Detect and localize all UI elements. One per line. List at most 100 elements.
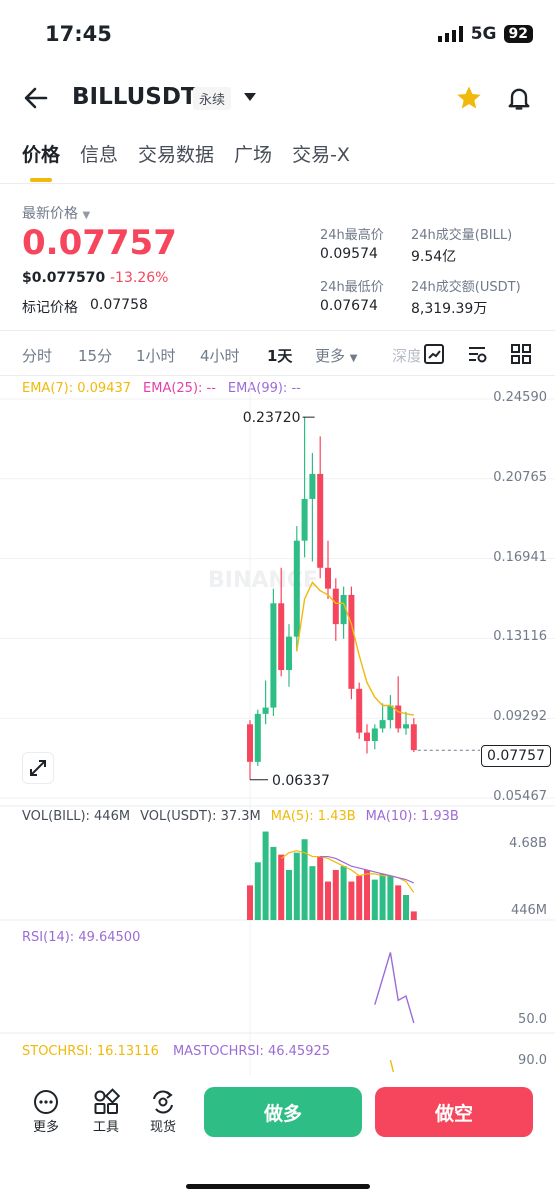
stochrsi-path xyxy=(389,1059,395,1073)
candle-body xyxy=(262,707,269,714)
vol-ma10-label: MA(10): 1.93B xyxy=(365,809,459,824)
favorite-star-icon[interactable] xyxy=(455,84,483,112)
high-24h-label: 24h最高价 xyxy=(320,228,384,243)
tab-trading-data[interactable]: 交易数据 xyxy=(138,140,214,167)
candle-body xyxy=(348,594,355,689)
rsi-line xyxy=(374,952,415,1024)
high-price-label: 0.23720 xyxy=(243,410,301,426)
interval-timeline[interactable]: 分时 xyxy=(22,345,52,366)
chart-settings-icon[interactable] xyxy=(423,343,445,365)
volume-legend: VOL(BILL): 446M VOL(USDT): 37.3M MA(5): … xyxy=(22,809,459,824)
chevron-down-icon: ▼ xyxy=(349,353,358,364)
interval-4h[interactable]: 4小时 xyxy=(200,345,240,366)
candle-body xyxy=(293,540,300,637)
pair-dropdown-icon[interactable] xyxy=(243,92,257,102)
tab-trade-x[interactable]: 交易-X xyxy=(292,140,350,167)
fullscreen-button[interactable] xyxy=(22,752,54,784)
low-price-label: 0.06337 xyxy=(272,773,330,789)
tab-price[interactable]: 价格 xyxy=(22,140,60,167)
volume-usdt-value: 8,319.39万 xyxy=(411,301,488,317)
mark-price-value: 0.07758 xyxy=(90,297,148,313)
tools-grid-icon xyxy=(94,1088,120,1114)
candle-body xyxy=(247,724,253,762)
volume-bar xyxy=(317,856,324,920)
price-axis-tick: 0.09292 xyxy=(493,709,547,724)
vol-usdt-label: VOL(USDT): 37.3M xyxy=(140,809,261,824)
tools-button[interactable]: 工具 xyxy=(92,1088,120,1135)
latest-price-selector[interactable]: 最新价格 ▼ xyxy=(22,203,90,223)
volume-ma-lines xyxy=(280,850,415,893)
volume-bar xyxy=(270,846,277,920)
ma5-path xyxy=(280,850,415,893)
interval-15m[interactable]: 15分 xyxy=(78,345,112,366)
kline-chart[interactable]: BINANCE 0.23720 0.06337 xyxy=(0,375,555,1075)
short-button[interactable]: 做空 xyxy=(375,1087,533,1137)
candle-body xyxy=(270,603,277,708)
perpetual-badge: 永续 xyxy=(193,87,232,110)
candle-body xyxy=(410,724,417,751)
volume-bar xyxy=(410,911,417,920)
last-price: 0.07757 xyxy=(22,223,177,263)
battery-indicator: 92 xyxy=(503,25,533,43)
network-type: 5G xyxy=(470,24,497,44)
layout-grid-icon[interactable] xyxy=(510,343,532,365)
volume-bar xyxy=(356,875,363,920)
latest-price-label: 最新价格 xyxy=(22,206,78,222)
rsi-path xyxy=(374,952,415,1024)
indicator-icon[interactable] xyxy=(466,343,488,365)
price-axis-tick: 0.24590 xyxy=(493,390,547,405)
volume-bar xyxy=(293,852,300,920)
volume-usdt-label: 24h成交额(USDT) xyxy=(411,280,521,295)
rsi-axis-tick: 50.0 xyxy=(518,1012,547,1027)
volume-axis-tick: 4.68B xyxy=(509,836,547,851)
volume-bar xyxy=(309,866,316,920)
candle-body xyxy=(309,473,316,499)
tab-square[interactable]: 广场 xyxy=(234,140,272,167)
volume-bar xyxy=(278,854,285,920)
interval-more-label: 更多 xyxy=(315,347,346,365)
back-arrow-icon[interactable] xyxy=(22,84,50,112)
volume-bar xyxy=(348,881,355,920)
status-time: 17:45 xyxy=(45,22,112,46)
interval-bar: 分时 15分 1小时 4小时 1天 更多 ▼ 深度 xyxy=(22,345,422,367)
bell-icon[interactable] xyxy=(505,84,533,112)
volume-bill-label: 24h成交量(BILL) xyxy=(411,228,513,243)
interval-depth[interactable]: 深度 xyxy=(392,345,420,366)
long-button[interactable]: 做多 xyxy=(204,1087,362,1137)
more-button[interactable]: 更多 xyxy=(32,1088,60,1135)
tab-info[interactable]: 信息 xyxy=(80,140,118,167)
interval-1h[interactable]: 1小时 xyxy=(136,345,176,366)
grid-lines xyxy=(0,375,555,1075)
volume-bar xyxy=(379,873,386,920)
ema7-line xyxy=(296,581,414,716)
volume-bar xyxy=(247,885,253,920)
spot-label: 现货 xyxy=(149,1120,176,1135)
interval-1d[interactable]: 1天 xyxy=(267,345,292,366)
spot-button[interactable]: 现货 xyxy=(149,1088,177,1135)
candle-body xyxy=(371,728,378,741)
stochrsi-line xyxy=(389,1059,395,1073)
tabs-divider xyxy=(0,183,555,184)
spot-exchange-icon xyxy=(153,1090,173,1114)
mark-price-label: 标记价格 xyxy=(22,300,78,316)
usd-price: $0.077570 xyxy=(22,270,106,286)
price-axis-tick: 0.05467 xyxy=(493,789,547,804)
binance-watermark: BINANCE xyxy=(208,568,318,593)
expand-icon xyxy=(30,760,46,776)
vol-bill-label: VOL(BILL): 446M xyxy=(22,809,131,824)
home-indicator xyxy=(186,1184,370,1189)
stochrsi-label: STOCHRSI: 16.13116 xyxy=(22,1044,159,1059)
stochrsi-legend: STOCHRSI: 16.13116 MASTOCHRSI: 46.45925 xyxy=(22,1044,330,1059)
pair-title[interactable]: BILLUSDT xyxy=(72,84,197,110)
ema7-path xyxy=(296,581,414,716)
stochrsi-axis-tick: 90.0 xyxy=(518,1053,547,1068)
volume-bar xyxy=(395,885,402,920)
candle-body xyxy=(356,688,363,733)
volume-bar xyxy=(364,870,370,920)
top-tabs: 价格 信息 交易数据 广场 交易-X xyxy=(22,140,350,167)
volume-bar xyxy=(254,862,261,920)
volume-bar xyxy=(262,831,269,920)
volume-bar xyxy=(403,895,409,920)
interval-more[interactable]: 更多 ▼ xyxy=(315,345,358,366)
candle-body xyxy=(317,473,324,568)
